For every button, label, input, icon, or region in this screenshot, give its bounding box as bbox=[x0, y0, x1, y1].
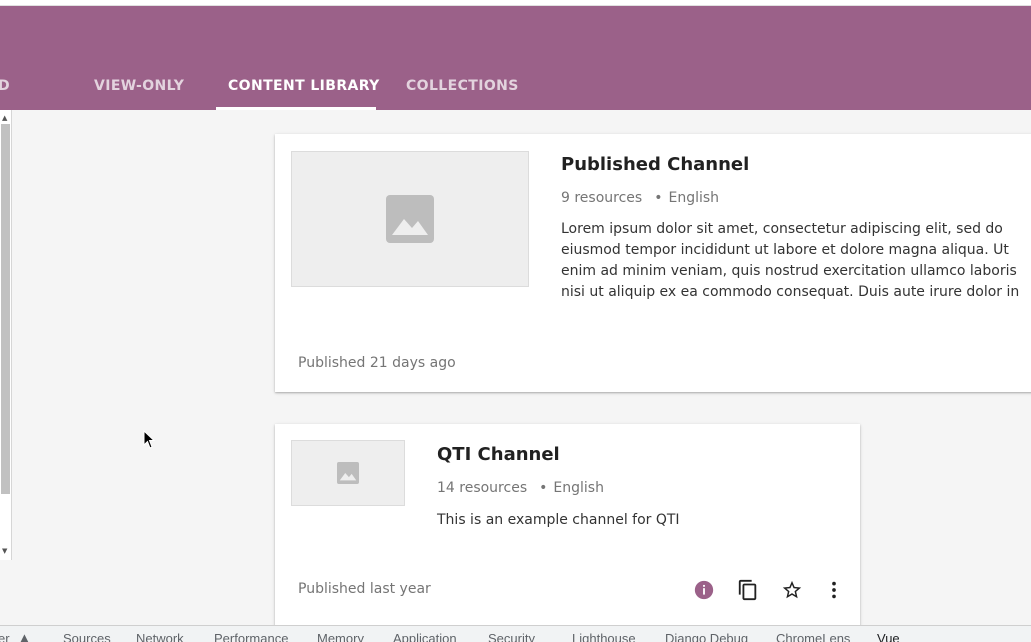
app-header: D VIEW-ONLY CONTENT LIBRARY COLLECTIONS bbox=[0, 6, 1031, 110]
image-placeholder-icon bbox=[386, 195, 434, 243]
tab-view-only[interactable]: VIEW-ONLY bbox=[94, 78, 184, 110]
scroll-up-arrow-icon[interactable]: ▲ bbox=[2, 114, 7, 122]
info-icon bbox=[694, 580, 714, 600]
more-vert-icon bbox=[832, 581, 836, 599]
copy-icon bbox=[738, 579, 757, 601]
devtools-tab-sources[interactable]: Sources bbox=[63, 631, 111, 642]
tab-collections[interactable]: COLLECTIONS bbox=[406, 78, 519, 110]
separator-dot: • bbox=[654, 190, 663, 206]
channel-thumbnail bbox=[291, 151, 529, 287]
resource-count: 14 resources bbox=[437, 480, 528, 496]
channel-title[interactable]: QTI Channel bbox=[437, 444, 560, 465]
separator-dot: • bbox=[539, 480, 548, 496]
published-date: Published last year bbox=[298, 581, 431, 597]
scroll-down-arrow-icon[interactable]: ▼ bbox=[2, 547, 7, 555]
devtools-tab-bar: er ▲ Sources Network Performance Memory … bbox=[0, 625, 1031, 642]
tab-partial[interactable]: D bbox=[0, 78, 10, 110]
channel-description: This is an example channel for QTI bbox=[437, 512, 680, 528]
main-content: ▲ ▼ Published Channel 9 resources • Englis… bbox=[0, 110, 1031, 625]
channel-language: English bbox=[553, 480, 604, 496]
devtools-tab-application[interactable]: Application bbox=[393, 631, 457, 642]
channel-language: English bbox=[668, 190, 720, 206]
pin-icon: ▲ bbox=[18, 630, 31, 642]
devtools-tab-security[interactable]: Security bbox=[488, 631, 535, 642]
info-button[interactable] bbox=[690, 576, 718, 604]
published-date: Published 21 days ago bbox=[298, 355, 456, 371]
star-button[interactable] bbox=[778, 576, 806, 604]
devtools-tab-performance[interactable]: Performance bbox=[214, 631, 288, 642]
channel-thumbnail bbox=[291, 440, 405, 506]
channel-card-qti[interactable]: QTI Channel 14 resources • English This is… bbox=[275, 424, 860, 625]
more-options-button[interactable] bbox=[820, 576, 848, 604]
star-icon bbox=[782, 580, 802, 599]
side-panel-scrollbar[interactable]: ▲ ▼ bbox=[0, 110, 12, 560]
devtools-tab-partial[interactable]: er bbox=[0, 631, 10, 642]
devtools-tab-network[interactable]: Network bbox=[136, 631, 184, 642]
channel-description: Lorem ipsum dolor sit amet, consectetur … bbox=[561, 221, 1020, 300]
devtools-tab-chromelens[interactable]: ChromeLens bbox=[776, 631, 850, 642]
channel-card-published[interactable]: Published Channel 9 resources • English Lo… bbox=[275, 134, 1031, 392]
devtools-tab-lighthouse[interactable]: Lighthouse bbox=[572, 631, 636, 642]
tab-content-library[interactable]: CONTENT LIBRARY bbox=[228, 78, 380, 110]
channel-title[interactable]: Published Channel bbox=[561, 154, 749, 175]
devtools-tab-memory[interactable]: Memory bbox=[317, 631, 364, 642]
copy-button[interactable] bbox=[734, 576, 762, 604]
devtools-tab-django-debug[interactable]: Django Debug bbox=[665, 631, 748, 642]
image-placeholder-icon bbox=[337, 462, 359, 484]
devtools-tab-vue[interactable]: Vue bbox=[877, 631, 900, 642]
channel-meta: 14 resources • English bbox=[437, 480, 604, 496]
resource-count: 9 resources bbox=[561, 190, 643, 206]
channel-meta: 9 resources • English bbox=[561, 190, 719, 206]
mouse-cursor-icon bbox=[143, 430, 156, 449]
scrollbar-thumb[interactable] bbox=[1, 124, 10, 494]
